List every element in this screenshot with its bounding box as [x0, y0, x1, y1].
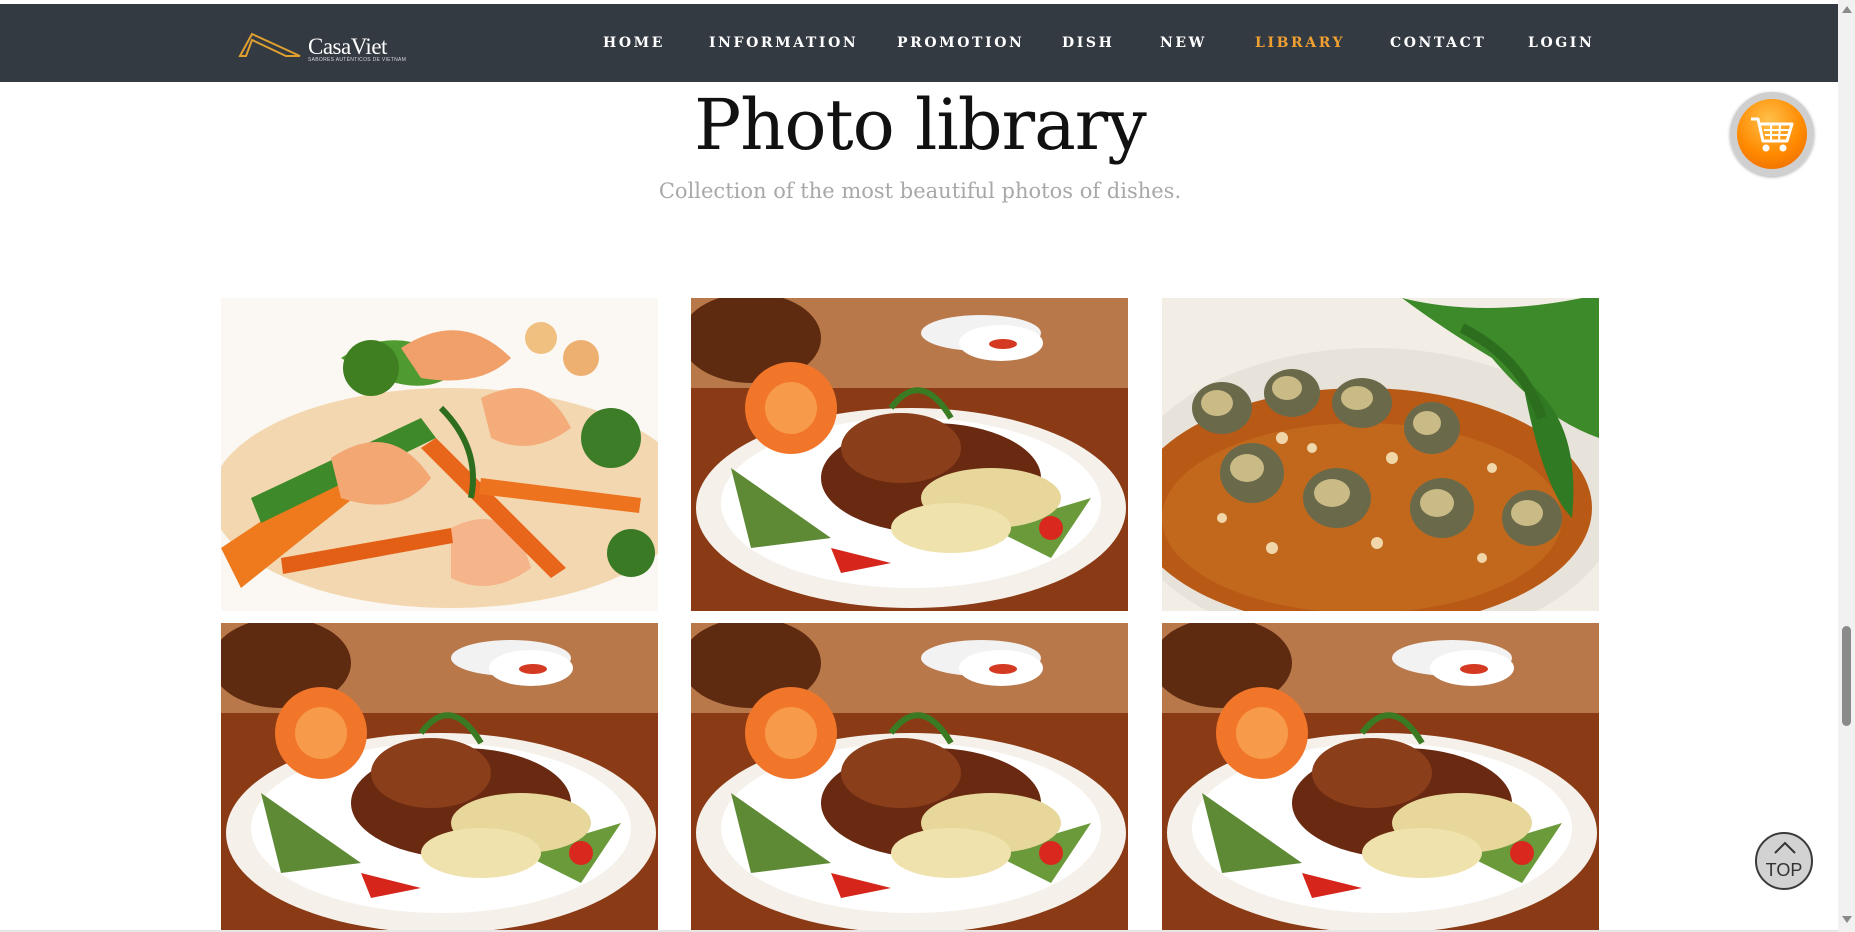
nav-contact[interactable]: CONTACT [1390, 35, 1486, 51]
noodle-dish-image [1162, 623, 1599, 930]
gallery-photo-1[interactable] [221, 298, 658, 611]
page-subtitle: Collection of the most beautiful photos … [658, 179, 1182, 203]
back-to-top-button[interactable]: TOP [1755, 832, 1813, 890]
cart-button-face [1737, 99, 1807, 169]
scroll-down-arrow-icon[interactable] [1842, 916, 1852, 923]
noodle-dish-image [691, 298, 1128, 611]
chevron-up-icon [1774, 841, 1796, 854]
header-bar: CasaViet SABORES AUTÉNTICOS DE VIETNAM H… [0, 4, 1838, 82]
gallery-photo-2[interactable] [691, 298, 1128, 611]
page-scrollbar[interactable] [1838, 0, 1855, 932]
noodle-dish-image [691, 623, 1128, 930]
nav-promotion[interactable]: PROMOTION [897, 35, 1024, 51]
noodle-dish-image [221, 623, 658, 930]
gallery-photo-4[interactable] [221, 623, 658, 930]
back-to-top-label: TOP [1765, 860, 1803, 880]
nav-new[interactable]: NEW [1160, 35, 1207, 51]
balut-dish-image [1162, 298, 1599, 611]
nav-home[interactable]: HOME [603, 35, 665, 51]
cart-button[interactable] [1730, 92, 1814, 176]
scrollbar-thumb[interactable] [1842, 626, 1851, 726]
nav-library[interactable]: LIBRARY [1255, 35, 1345, 51]
nav-information[interactable]: INFORMATION [709, 35, 858, 51]
nav-login[interactable]: LOGIN [1528, 35, 1594, 51]
page-title: Photo library [694, 84, 1147, 166]
main-nav: HOME INFORMATION PROMOTION DISH NEW LIBR… [0, 4, 1838, 82]
gallery-photo-5[interactable] [691, 623, 1128, 930]
gallery-photo-6[interactable] [1162, 623, 1599, 930]
gallery-photo-3[interactable] [1162, 298, 1599, 611]
nav-dish[interactable]: DISH [1062, 35, 1114, 51]
cart-icon [1751, 117, 1794, 152]
shrimp-dish-image [221, 298, 658, 611]
scroll-up-arrow-icon[interactable] [1842, 6, 1852, 13]
